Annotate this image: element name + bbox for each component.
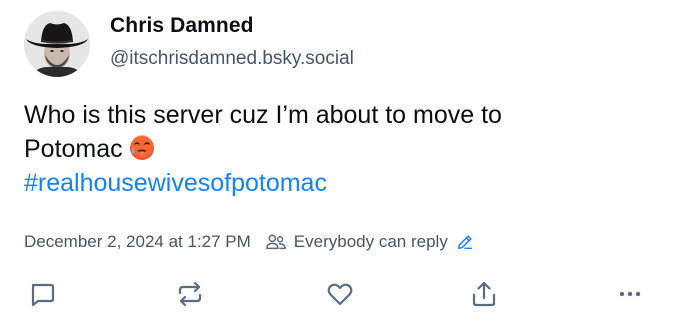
post-text-potomac: Potomac [24, 135, 123, 163]
repost-icon [178, 281, 202, 307]
like-icon [327, 283, 353, 306]
like-button[interactable] [322, 276, 358, 312]
reply-icon [31, 283, 55, 307]
more-icon [619, 291, 641, 297]
author-display-name[interactable]: Chris Damned [110, 14, 254, 38]
post-meta: December 2, 2024 at 1:27 PM Everybody ca… [24, 229, 474, 255]
hashtag-link[interactable]: #realhousewivesofpotomac [24, 166, 654, 200]
post-card: Chris Damned @itschrisdamned.bsky.social… [0, 0, 680, 333]
post-actions [0, 276, 680, 312]
post-text-line-1: Who is this server cuz I’m about to move… [24, 101, 502, 129]
author-handle[interactable]: @itschrisdamned.bsky.social [110, 48, 354, 70]
repost-button[interactable] [172, 276, 208, 312]
hot-face-emoji-icon [129, 135, 154, 161]
reply-button[interactable] [24, 276, 60, 312]
post-body: Who is this server cuz I’m about to move… [24, 98, 654, 200]
reply-setting-label[interactable]: Everybody can reply [294, 232, 448, 252]
post-text-line-2: Potomac [24, 132, 654, 166]
more-options-button[interactable] [612, 276, 648, 312]
share-icon [472, 281, 496, 307]
share-button[interactable] [466, 276, 502, 312]
pencil-icon[interactable] [456, 233, 474, 251]
people-icon [265, 234, 286, 250]
avatar[interactable] [24, 11, 90, 77]
avatar-cowboy-hat-icon [24, 11, 90, 77]
post-timestamp[interactable]: December 2, 2024 at 1:27 PM [24, 232, 251, 252]
